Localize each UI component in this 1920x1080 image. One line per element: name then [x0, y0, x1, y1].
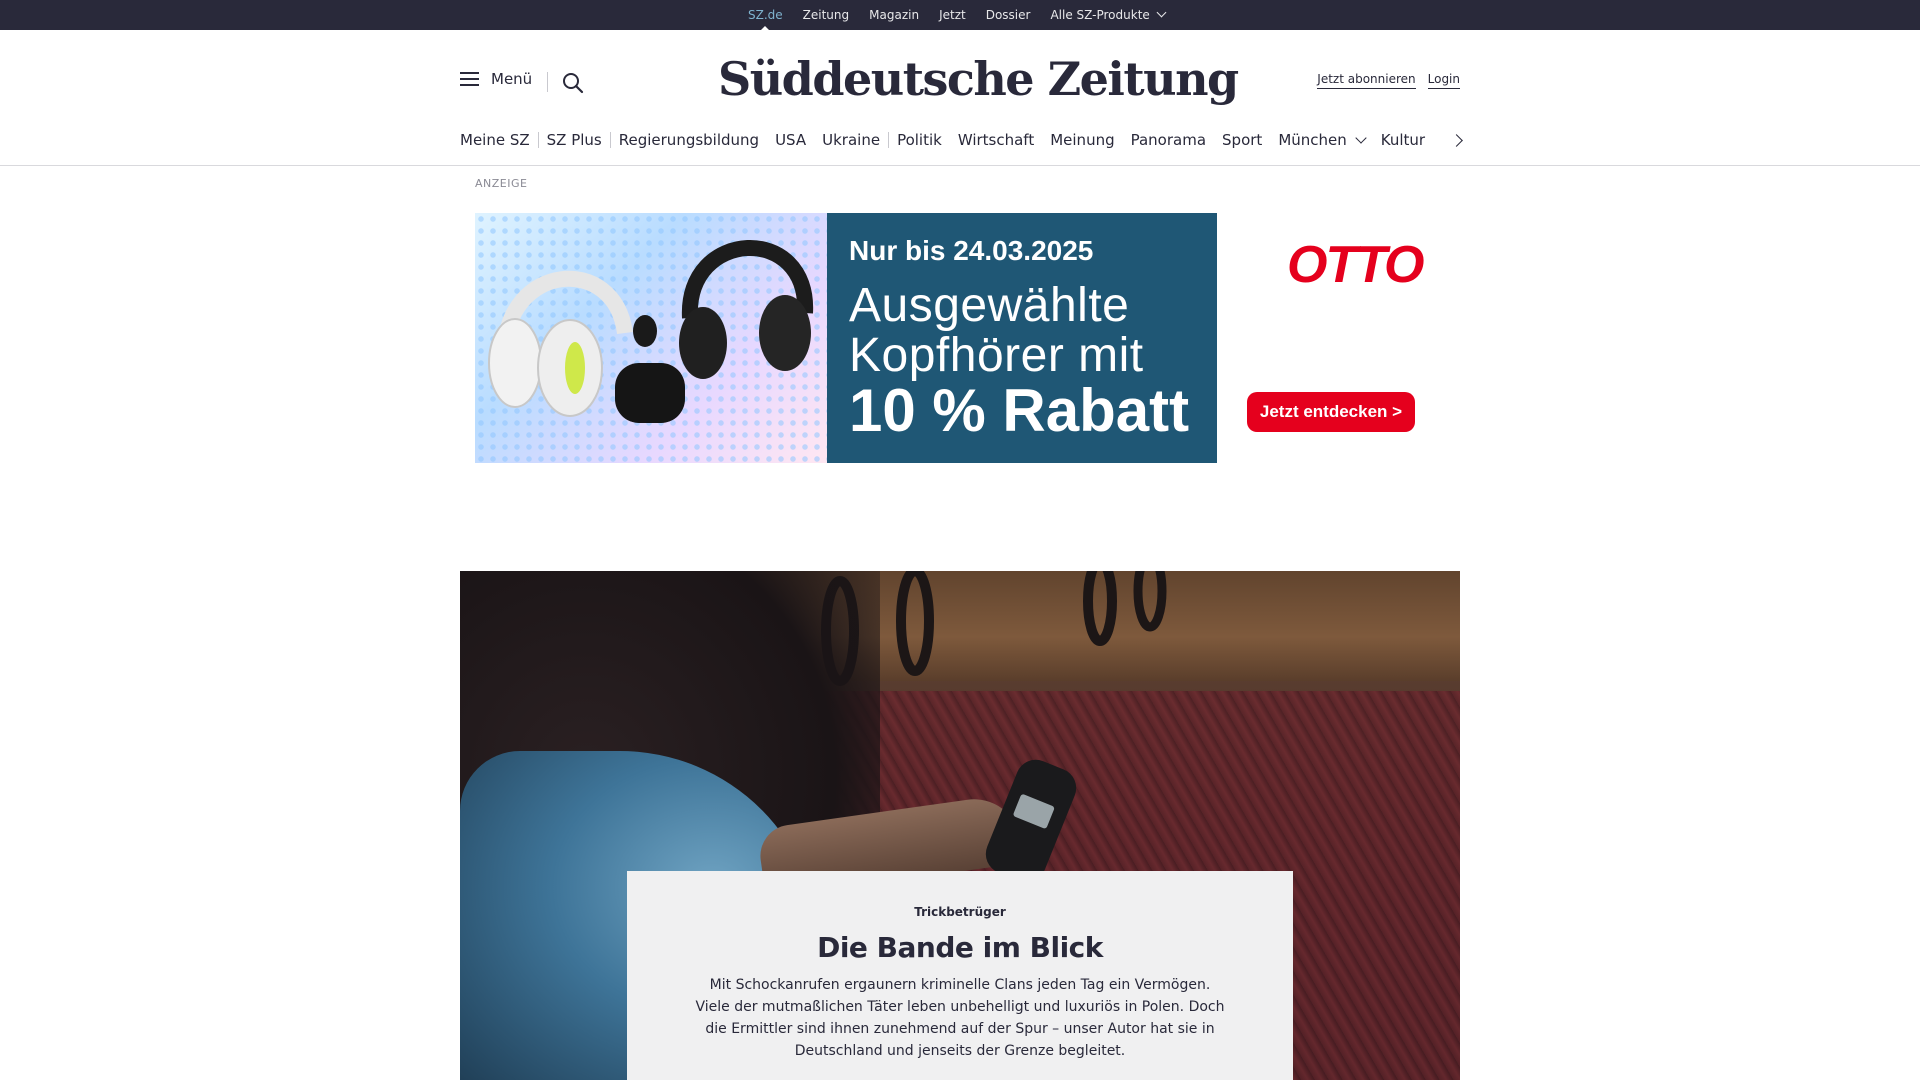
nav-item-muenchen-label: München — [1278, 131, 1347, 149]
account-links: Jetzt abonnieren Login — [1317, 72, 1460, 89]
nav-item-meine-sz[interactable]: Meine SZ — [460, 131, 538, 149]
top-bar-links: SZ.de Zeitung Magazin Jetzt Dossier Alle… — [748, 0, 1167, 32]
ad-brand-panel: OTTO Jetzt entdecken > — [1217, 213, 1445, 463]
chevron-right-icon[interactable] — [1450, 132, 1466, 148]
nav-item-muenchen[interactable]: München — [1270, 131, 1372, 149]
hamburger-icon — [460, 72, 479, 86]
teaser-kicker: Trickbetrüger — [914, 905, 1006, 919]
header-divider — [547, 72, 548, 92]
main-nav: Meine SZ SZ Plus Regierungsbildung USA U… — [460, 130, 1433, 150]
nav-item-usa[interactable]: USA — [767, 131, 814, 149]
topbar-link-jetzt[interactable]: Jetzt — [939, 8, 966, 22]
nav-item-wirtschaft[interactable]: Wirtschaft — [950, 131, 1042, 149]
teaser-card[interactable]: Trickbetrüger Die Bande im Blick Mit Sch… — [627, 871, 1293, 1080]
chevron-down-icon — [1355, 132, 1367, 144]
nav-item-politik[interactable]: Politik — [889, 131, 950, 149]
chevron-down-icon — [1156, 7, 1167, 18]
nav-item-sport[interactable]: Sport — [1214, 131, 1270, 149]
topbar-link-magazin[interactable]: Magazin — [869, 8, 919, 22]
nav-item-sz-plus[interactable]: SZ Plus — [539, 131, 610, 149]
subscribe-link[interactable]: Jetzt abonnieren — [1317, 72, 1416, 89]
header-divider-line — [0, 165, 1920, 166]
menu-label: Menü — [491, 70, 533, 88]
search-icon[interactable] — [562, 72, 584, 94]
ad-label: ANZEIGE — [475, 177, 528, 190]
ad-headline-1: Ausgewählte — [849, 279, 1130, 332]
ad-headphones-image — [475, 213, 827, 463]
site-logo[interactable]: Süddeutsche Zeitung — [718, 44, 1239, 114]
nav-item-kultur[interactable]: Kultur — [1373, 131, 1433, 149]
ad-banner[interactable]: Nur bis 24.03.2025 Ausgewählte Kopfhörer… — [475, 213, 1445, 463]
nav-item-regierungsbildung[interactable]: Regierungsbildung — [611, 131, 767, 149]
top-bar: SZ.de Zeitung Magazin Jetzt Dossier Alle… — [0, 0, 1920, 32]
nav-item-ukraine[interactable]: Ukraine — [814, 131, 888, 149]
topbar-link-sz-de[interactable]: SZ.de — [748, 8, 783, 32]
topbar-link-dossier[interactable]: Dossier — [986, 8, 1031, 22]
topbar-link-zeitung[interactable]: Zeitung — [803, 8, 849, 22]
teaser-title[interactable]: Die Bande im Blick — [627, 931, 1293, 964]
teaser-text: Mit Schockanrufen ergaunern kriminelle C… — [695, 977, 1225, 1059]
ad-text-panel: Nur bis 24.03.2025 Ausgewählte Kopfhörer… — [827, 213, 1217, 463]
login-link[interactable]: Login — [1427, 72, 1460, 89]
topbar-link-alle-produkte-label: Alle SZ-Produkte — [1050, 8, 1150, 22]
topbar-link-alle-produkte[interactable]: Alle SZ-Produkte — [1050, 7, 1167, 22]
ad-date-line: Nur bis 24.03.2025 — [849, 235, 1094, 266]
nav-item-panorama[interactable]: Panorama — [1123, 131, 1214, 149]
ad-cta-button[interactable]: Jetzt entdecken > — [1247, 392, 1415, 432]
nav-item-meinung[interactable]: Meinung — [1042, 131, 1122, 149]
ad-headline-3: 10 % Rabatt — [849, 377, 1190, 444]
menu-button[interactable]: Menü — [460, 70, 532, 88]
ad-headline-2: Kopfhörer mit — [849, 329, 1144, 382]
otto-logo: OTTO — [1287, 236, 1424, 294]
